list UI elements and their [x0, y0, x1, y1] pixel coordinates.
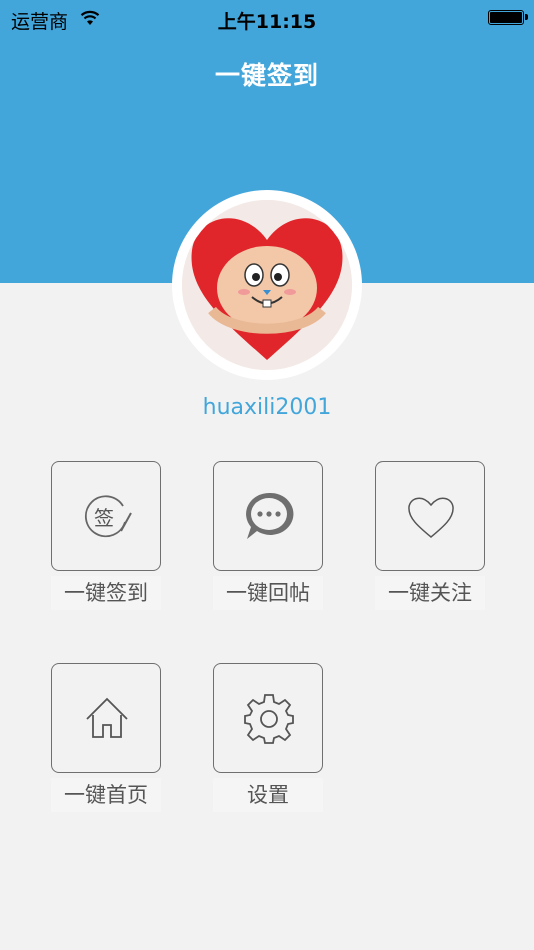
- chat-bubble-icon: [246, 492, 294, 539]
- status-bar: 运营商 上午11:15: [0, 0, 534, 38]
- reply-button[interactable]: [213, 461, 323, 571]
- avatar[interactable]: [182, 200, 352, 370]
- status-time: 上午11:15: [217, 11, 317, 33]
- gear-icon: [244, 694, 294, 744]
- username-label[interactable]: huaxili2001: [0, 395, 534, 420]
- reply-label: 一键回帖: [213, 576, 323, 610]
- follow-button[interactable]: [375, 461, 485, 571]
- heart-icon: [408, 497, 454, 538]
- follow-label: 一键关注: [375, 576, 485, 610]
- signin-glyph: 签: [94, 506, 114, 530]
- page-title: 一键签到: [214, 61, 319, 90]
- signin-label: 一键签到: [51, 576, 161, 610]
- home-label: 一键首页: [51, 778, 161, 812]
- signin-icon: 签: [84, 495, 132, 538]
- battery-icon: [488, 10, 528, 25]
- home-button[interactable]: [51, 663, 161, 773]
- signin-button[interactable]: 签: [51, 461, 161, 571]
- settings-label: 设置: [213, 778, 323, 812]
- avatar-ring: [172, 190, 362, 380]
- settings-button[interactable]: [213, 663, 323, 773]
- home-icon: [86, 697, 128, 738]
